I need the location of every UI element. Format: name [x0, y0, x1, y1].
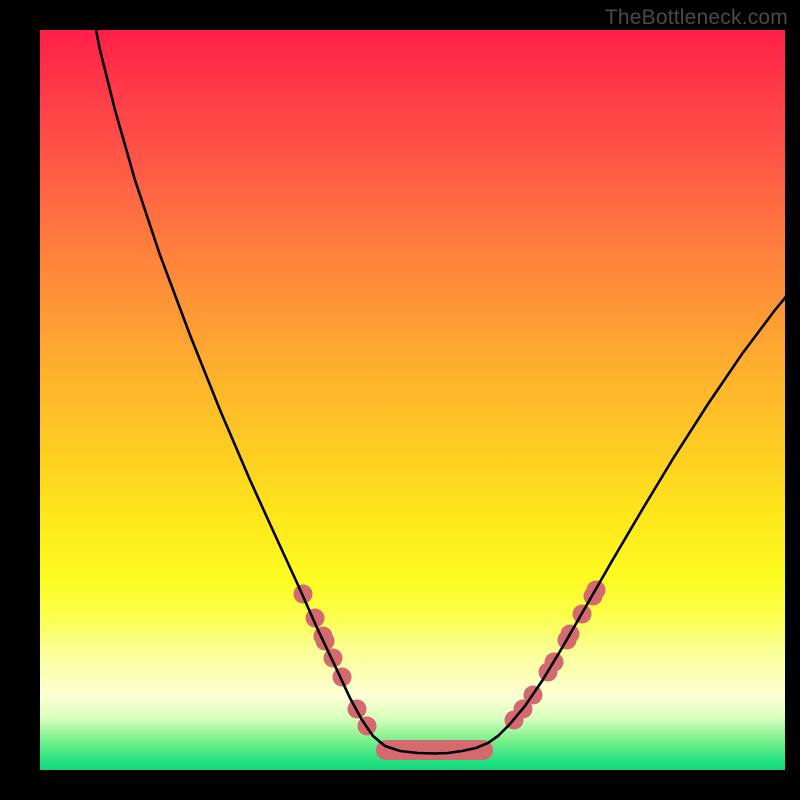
curve-layer: [40, 30, 785, 770]
watermark-label: TheBottleneck.com: [605, 6, 788, 30]
plot-area: [40, 30, 785, 770]
chart-frame: TheBottleneck.com: [0, 0, 800, 800]
curve-left-branch: [90, 0, 373, 736]
data-dots: [294, 581, 606, 736]
